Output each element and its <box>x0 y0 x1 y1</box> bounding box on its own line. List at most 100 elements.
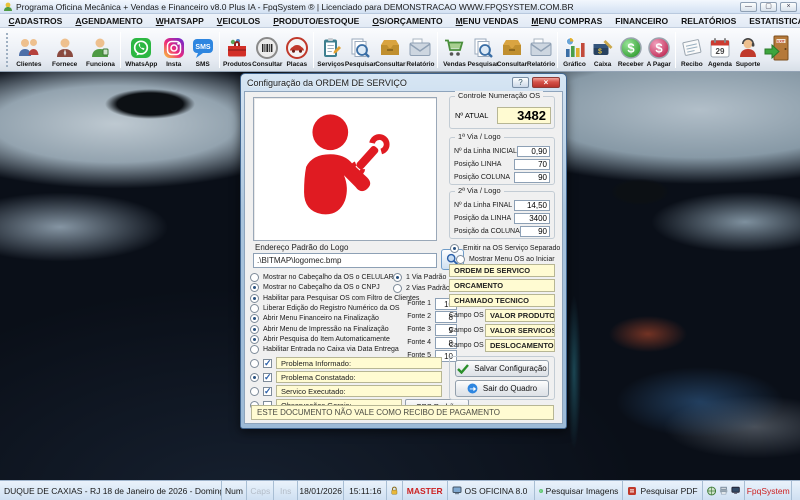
toolbar-button-consultar-produto[interactable]: Consultar <box>252 29 282 71</box>
radio-icon <box>250 345 259 354</box>
status-tools[interactable] <box>703 481 746 500</box>
menu-agendamento[interactable]: AGENDAMENTO <box>69 16 149 26</box>
radio-icon <box>250 283 259 292</box>
option-2-vias-padrao[interactable]: 2 Vias Padrão <box>393 283 450 293</box>
save-config-button[interactable]: Salvar Configuração <box>455 360 549 377</box>
option-liberar-edicao[interactable]: Liberar Edição do Registro Numérico da O… <box>250 303 400 313</box>
option-mostrar-menu-os[interactable]: Mostrar Menu OS ao Iniciar <box>456 254 555 264</box>
toolbar-button-fornece[interactable]: Fornece <box>47 29 83 71</box>
toolbar-button-funciona[interactable]: Funciona <box>83 29 119 71</box>
menu-veiculos[interactable]: VEICULOS <box>210 16 266 26</box>
toolbar-button-suporte[interactable]: Suporte <box>734 29 762 71</box>
campo-os-1-label: Campo OS 1 <box>449 312 489 319</box>
dialog-close-button[interactable]: × <box>532 77 560 88</box>
menu-produto-estoque[interactable]: PRODUTO/ESTOQUE <box>267 16 366 26</box>
option-cnpj[interactable]: Mostrar no Cabeçalho da OS o CNPJ <box>250 282 380 292</box>
toolbar-button-caixa[interactable]: $ Caixa <box>589 29 617 71</box>
status-search-pdf[interactable]: Pesquisar PDF <box>623 481 702 500</box>
via1-inicial-field[interactable]: 0,90 <box>517 146 550 157</box>
group-title: 2ª Via / Logo <box>455 186 504 195</box>
toolbar-label: A Pagar <box>647 61 671 69</box>
radio-icon <box>250 273 259 282</box>
toolbar-button-insta[interactable]: Insta <box>159 29 188 71</box>
toolbar-button-whatsapp[interactable]: WhatsApp <box>123 29 159 71</box>
cart-icon <box>442 34 466 61</box>
toolbar-separator <box>557 32 558 68</box>
toolbar-button-clientes[interactable]: Clientes <box>11 29 47 71</box>
campo-os-2-field[interactable]: VALOR SERVICOS <box>485 324 555 337</box>
toolbar-button-receber[interactable]: $ Receber <box>617 29 645 71</box>
toolbar-button-placas[interactable]: Placas <box>282 29 311 71</box>
toolbar-button-consultar-vendas[interactable]: Consultar <box>497 29 526 71</box>
maximize-button[interactable]: ▢ <box>760 2 777 12</box>
checkbox-icon[interactable] <box>263 359 272 368</box>
campo-os-3-field[interactable]: DESLOCAMENTO <box>485 339 555 352</box>
minimize-button[interactable]: — <box>740 2 757 12</box>
via1-linha-field[interactable]: 70 <box>514 159 550 170</box>
toolbar-button-relatorio-vendas[interactable]: Relatório <box>526 29 555 71</box>
menu-relatorios[interactable]: RELATÓRIOS <box>675 16 743 26</box>
menu-estatistica[interactable]: ESTATISTICA <box>743 16 800 26</box>
dialog-help-button[interactable]: ? <box>512 77 529 88</box>
toolbar-button-relatorio-os[interactable]: Relatório <box>405 29 435 71</box>
menu-whatsapp[interactable]: WHATSAPP <box>149 16 210 26</box>
row-servico-executado[interactable]: Servico Executado: <box>250 386 442 396</box>
toolbar-button-servicos[interactable]: Serviços <box>316 29 345 71</box>
row-problema-constatado[interactable]: Problema Constatado: <box>250 372 442 382</box>
toolbar-label: Consultar <box>375 61 405 69</box>
menu-menu-vendas[interactable]: MENU VENDAS <box>449 16 525 26</box>
via1-coluna-field[interactable]: 90 <box>514 172 550 183</box>
arrow-circle-icon <box>467 383 478 394</box>
status-help[interactable] <box>792 481 800 500</box>
menu-financeiro[interactable]: FINANCEIRO <box>609 16 675 26</box>
menu-menu-compras[interactable]: MENU COMPRAS <box>525 16 609 26</box>
checkbox-icon[interactable] <box>263 387 272 396</box>
option-1-via-padrao[interactable]: 1 Via Padrão <box>393 272 446 282</box>
toolbar-label: SMS <box>196 61 210 69</box>
row-problema-informado[interactable]: Problema Informado: <box>250 358 442 368</box>
globe-icon <box>707 486 716 496</box>
radio-icon <box>450 244 459 253</box>
option-emitir-servico-separado[interactable]: Emitir na OS Serviço Separado <box>450 243 560 253</box>
app-icon <box>3 2 13 12</box>
checkbox-icon[interactable] <box>263 373 272 382</box>
via2-coluna-field[interactable]: 90 <box>520 226 550 237</box>
option-entrada-caixa[interactable]: Habilitar Entrada no Caixa via Data Entr… <box>250 344 399 354</box>
close-button[interactable]: × <box>780 2 797 12</box>
menu-cadastros[interactable]: CADASTROS <box>2 16 69 26</box>
toolbar-button-pesquisar-vendas[interactable]: Pesquisar <box>468 29 497 71</box>
option-menu-impressao[interactable]: Abrir Menu de Impressão na Finalização <box>250 324 389 334</box>
search-docs-icon <box>348 34 372 61</box>
num-atual-value[interactable]: 3482 <box>497 107 551 124</box>
toolbar-label: Funciona <box>86 61 115 69</box>
toolbar-button-sms[interactable]: SMS SMS <box>188 29 217 71</box>
dialog-titlebar[interactable]: Configuração da ORDEM DE SERVIÇO ? × <box>244 74 563 91</box>
fonte-4-label: Fonte 4 <box>391 339 431 346</box>
toolbar-button-recibo[interactable]: Recibo <box>678 29 706 71</box>
via2-final-field[interactable]: 14,50 <box>514 200 550 211</box>
toolbar-button-pesquisar-os[interactable]: Pesquisar <box>345 29 375 71</box>
status-search-images[interactable]: Pesquisar Imagens <box>535 481 624 500</box>
toolbar-button-grafico[interactable]: Gráfico <box>560 29 588 71</box>
option-menu-financeiro[interactable]: Abrir Menu Financeiro na Finalização <box>250 313 379 323</box>
chart-icon <box>563 34 587 61</box>
toolbar-button-produtos[interactable]: Produtos <box>222 29 252 71</box>
toolbar-button-exit[interactable]: EXIT <box>762 29 792 71</box>
menu-os-orcamento[interactable]: OS/ORÇAMENTO <box>366 16 449 26</box>
window-title: Programa Oficina Mecânica + Vendas e Fin… <box>16 2 737 12</box>
exit-dialog-button[interactable]: Sair do Quadro <box>455 380 549 397</box>
search-docs-icon <box>471 34 495 61</box>
doc-type-chamado-tecnico[interactable]: CHAMADO TECNICO <box>449 294 555 307</box>
logo-path-field[interactable]: .\BITMAP\logomec.bmp <box>253 253 437 268</box>
toolbar-button-agenda[interactable]: 29 Agenda <box>706 29 734 71</box>
toolbar-button-consultar-os[interactable]: Consultar <box>375 29 405 71</box>
toolbar-button-a-pagar[interactable]: $ A Pagar <box>645 29 673 71</box>
campo-os-1-field[interactable]: VALOR PRODUTOS <box>485 309 555 322</box>
option-pesquisa-item[interactable]: Abrir Pesquisa do Item Automaticamente <box>250 334 390 344</box>
via2-linha-field[interactable]: 3400 <box>514 213 550 224</box>
option-celular[interactable]: Mostrar no Cabeçalho da OS o CELULAR <box>250 272 394 282</box>
fonte-3-label: Fonte 3 <box>391 326 431 333</box>
doc-type-ordem-servico[interactable]: ORDEM DE SERVICO <box>449 264 555 277</box>
doc-type-orcamento[interactable]: ORCAMENTO <box>449 279 555 292</box>
toolbar-button-vendas[interactable]: Vendas <box>440 29 468 71</box>
